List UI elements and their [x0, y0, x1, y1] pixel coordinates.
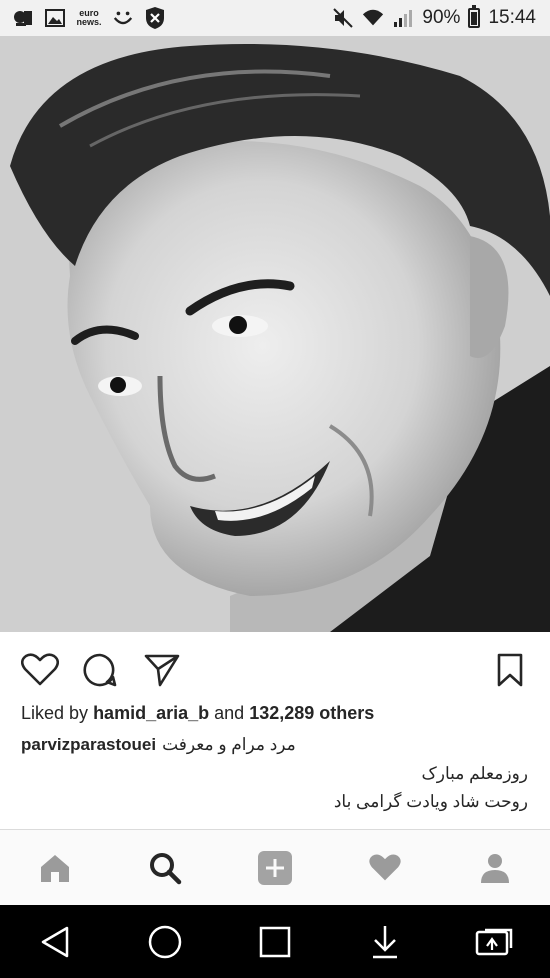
caption-text-line3: روحت شاد ویادت گرامی باد: [333, 792, 528, 811]
clock: 15:44: [488, 7, 536, 28]
caption-text-line1: مرد مرام و معرفت: [162, 735, 296, 754]
liked-by-count[interactable]: 132,289 others: [249, 703, 374, 723]
profile-icon[interactable]: [465, 838, 525, 898]
share-send-icon[interactable]: [142, 650, 182, 690]
post-actions: [0, 640, 550, 695]
shield-icon: [144, 7, 166, 29]
caption-text-line2: روزمعلم مبارک: [421, 764, 528, 783]
cloud-notification-icon: [12, 7, 34, 29]
liked-by-and: and: [214, 703, 245, 723]
battery-fill: [471, 12, 478, 25]
euronews-icon: euro news.: [76, 8, 102, 27]
battery-icon: [468, 5, 481, 28]
likes-summary: Liked by hamid_aria_b and 132,289 others: [21, 703, 374, 724]
home-circle-icon[interactable]: [135, 912, 195, 972]
recents-icon[interactable]: [245, 912, 305, 972]
liked-by-user[interactable]: hamid_aria_b: [93, 703, 209, 723]
back-icon[interactable]: [25, 912, 85, 972]
caption-first-line: parvizparastouei مرد مرام و معرفت: [21, 735, 296, 755]
battery-percent: 90%: [422, 7, 461, 28]
smiley-icon: [112, 7, 134, 29]
wifi-icon: [362, 7, 384, 29]
signal-icon: [392, 7, 414, 29]
search-icon[interactable]: [135, 838, 195, 898]
system-navigation-bar: [0, 905, 550, 978]
mute-icon: [332, 7, 354, 29]
caption-username[interactable]: parvizparastouei: [21, 735, 156, 754]
bottom-tab-bar: [0, 830, 550, 905]
bookmark-icon[interactable]: [490, 650, 530, 690]
comment-bubble-icon[interactable]: [80, 650, 120, 690]
add-post-icon[interactable]: [245, 838, 305, 898]
activity-heart-icon[interactable]: [355, 838, 415, 898]
liked-by-prefix: Liked by: [21, 703, 89, 723]
like-heart-icon[interactable]: [20, 650, 60, 690]
download-icon[interactable]: [355, 912, 415, 972]
notification-icons: euro news.: [0, 7, 166, 29]
system-status: 90% 15:44: [332, 5, 550, 29]
post-photo[interactable]: [0, 36, 550, 632]
screen-mirror-icon[interactable]: [465, 912, 525, 972]
portrait-image: [0, 36, 550, 632]
gallery-icon: [44, 7, 66, 29]
status-bar: euro news. 90% 15:44: [0, 0, 550, 36]
home-icon[interactable]: [25, 838, 85, 898]
